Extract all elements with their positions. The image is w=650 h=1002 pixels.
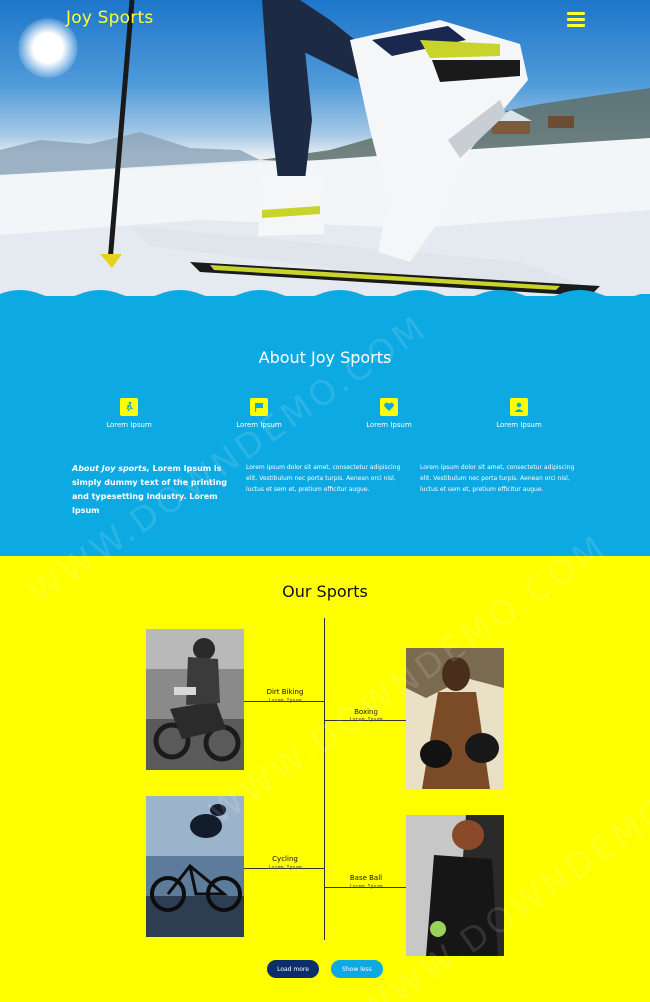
hero-illustration <box>0 0 650 300</box>
item-sub-dirt-biking: Lorem Ipsum <box>268 698 302 704</box>
item-title-cycling: Cycling <box>272 855 298 863</box>
item-title-baseball: Base Ball <box>349 874 383 882</box>
hero-banner: Joy Sports <box>0 0 650 300</box>
feature-3[interactable]: Lorem Ipsum <box>344 398 434 429</box>
item-title-dirt-biking: Dirt Biking <box>266 688 304 696</box>
about-section: About Joy Sports Lorem Ipsum Lorem Ipsum… <box>0 296 650 556</box>
flag-icon <box>250 398 268 416</box>
cycling-photo[interactable] <box>146 796 244 937</box>
brand-logo[interactable]: Joy Sports <box>66 8 153 28</box>
show-less-button[interactable]: Show less <box>331 960 383 978</box>
dirt-biking-photo[interactable] <box>146 629 244 770</box>
feature-4[interactable]: Lorem Ipsum <box>474 398 564 429</box>
timeline-line <box>324 618 325 940</box>
about-lead-prefix: About Joy sports, <box>72 464 150 473</box>
about-column-1: Lorem ipsum dolor sit amet, consectetur … <box>246 464 401 493</box>
item-sub-cycling: Lorem Ipsum <box>268 865 302 871</box>
sports-title: Our Sports <box>282 582 368 601</box>
user-icon <box>510 398 528 416</box>
heart-icon <box>380 398 398 416</box>
about-lead-text: About Joy sports, Lorem Ipsum is simply … <box>72 462 232 518</box>
feature-label: Lorem Ipsum <box>366 421 412 429</box>
item-sub-boxing: Lorem Ipsum <box>349 717 383 723</box>
load-more-button[interactable]: Load more <box>267 960 319 978</box>
about-column-2: Lorem ipsum dolor sit amet, consectetur … <box>420 464 575 493</box>
running-icon <box>120 398 138 416</box>
sports-section: Our Sports Dirt Biking Lorem Ipsum Boxin <box>0 556 650 1002</box>
item-sub-baseball: Lorem Ipsum <box>349 884 383 890</box>
about-title: About Joy Sports <box>258 348 392 367</box>
baseball-photo[interactable] <box>406 815 504 956</box>
feature-label: Lorem Ipsum <box>236 421 282 429</box>
feature-2[interactable]: Lorem Ipsum <box>214 398 304 429</box>
boxing-photo[interactable] <box>406 648 504 789</box>
item-title-boxing: Boxing <box>354 708 378 716</box>
feature-label: Lorem Ipsum <box>496 421 542 429</box>
hamburger-icon[interactable] <box>567 12 587 28</box>
feature-label: Lorem Ipsum <box>106 421 152 429</box>
feature-1[interactable]: Lorem Ipsum <box>84 398 174 429</box>
